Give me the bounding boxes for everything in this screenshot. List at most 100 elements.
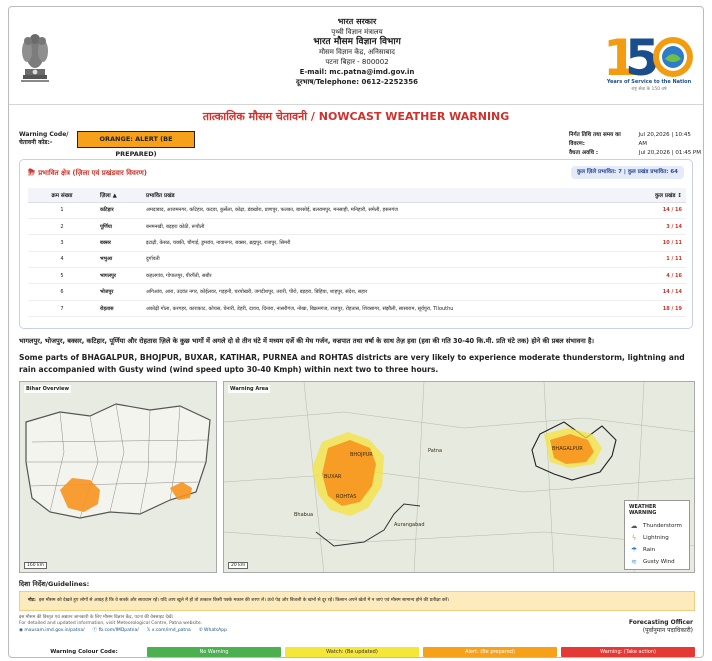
phone-line: दूरभाष/Telephone: 0612-2252356 [296,78,418,86]
email-line: E-mail: mc.patna@imd.gov.in [299,68,415,76]
issue-details: निर्गत तिथि तथा समय का विवरण: Jul 20,2026… [569,131,701,158]
legend-label: Lightning [643,535,669,541]
row-serial: 3 [28,234,96,252]
row-blocks: दुर्गावती [142,251,626,269]
x-link-text: x.com/imd_patna [151,628,191,633]
forecasting-officer: Forecasting Officer (पूर्वानुमान पदाधिका… [629,619,693,635]
map-label-patna: Patna [428,448,442,454]
row-serial: 1 [28,202,96,219]
map-label-buxar: BUXAR [324,474,342,480]
warning-bulletin: भारत सरकार पृथ्वी विज्ञान मंत्रालय भारत … [8,6,704,658]
row-total-blocks: 18 / 19 [626,300,686,318]
row-district: भभुआ [96,251,142,269]
warning-code-label-hi: चेतावनी कोड:- [19,139,53,146]
col-serial: क्रम संख्या [28,188,96,203]
row-total-blocks: 14 / 14 [626,283,686,301]
header-address: भारत सरकार पृथ्वी विज्ञान मंत्रालय भारत … [209,17,505,87]
website-link-text: mausam.imd.gov.in/patna/ [24,628,85,633]
row-district: बक्सर [96,234,142,252]
overview-map-graphic [20,382,216,572]
legend-title: WEATHER WARNING [629,504,657,516]
map-legend: WEATHER WARNING ☁ Thunderstorm ϟ Lightning… [624,500,690,570]
row-total-blocks: 10 / 11 [626,234,686,252]
header: भारत सरकार पृथ्वी विज्ञान मंत्रालय भारत … [9,7,703,105]
warning-icon: ⛈ [28,168,36,178]
warning-code-label: Warning Code/ चेतावनी कोड:- [19,131,68,147]
legend-label: Gusty Wind [643,559,675,565]
row-blocks: बनमनखी, बड़हरा कोठी, रूपौली [142,218,626,236]
govt-line: भारत सरकार [337,17,377,26]
warning-area-map-scale: 20 km [228,562,249,569]
ministry-line: पृथ्वी विज्ञान मंत्रालय [331,28,383,36]
map-label-aurangabad: Aurangabad [394,522,425,528]
officer-title-hindi: (पूर्वानुमान पदाधिकारी) [642,627,693,634]
row-serial: 4 [28,251,96,269]
legend-item-gusty-wind: ≋ Gusty Wind [629,556,685,568]
legend-item-thunderstorm: ☁ Thunderstorm [629,520,685,532]
table-header-row: क्रम संख्या ज़िला ▲ प्रभावित प्रखंड कुल … [28,188,686,203]
legend-item-lightning: ϟ Lightning [629,532,685,544]
note-label: नोट: [28,598,36,603]
table-row: 2 पूर्णिया बनमनखी, बड़हरा कोठी, रूपौली 3 / … [28,218,686,236]
officer-title: Forecasting Officer [628,619,693,626]
affected-counts-badge: कुल ज़िले प्रभावित: 7 | कुल प्रखंड प्रभा… [571,166,684,179]
colour-code-label: Warning Colour Code: [50,649,118,655]
issued-value: Jul 20,2026 | 10:45 AM [638,132,691,147]
overview-map-scale: 160 km [24,562,48,569]
affected-areas-heading-text: प्रभावित क्षेत्र (ज़िला एवं प्रखंडवार वि… [38,169,147,177]
legend-label: Thunderstorm [643,523,682,529]
warning-area-map[interactable]: BHOJPUR BUXAR ROHTAS BHAGALPUR Aurangaba… [223,381,695,573]
row-district: रोहतास [96,300,142,318]
facebook-link[interactable]: ⓕ fb.com/IMDpatna/ [93,628,139,634]
affected-areas-card: ⛈ प्रभावित क्षेत्र (ज़िला एवं प्रखंडवार व… [19,159,693,329]
row-blocks: कहलगांव, गोपालपुर, पीरपैंती, सबौर [142,267,626,285]
valid-label: वैधता अवधि : [569,150,599,156]
department-line: भारत मौसम विज्ञान विभाग [313,37,401,47]
note-text: इस मौसम को देखते हुए लोगों से आग्रह है क… [38,598,450,603]
table-row: 3 बक्सर इटाढ़ी, केसठ, चक्की, चौगाई, डुमरां… [28,234,686,252]
row-total-blocks: 14 / 16 [626,202,686,219]
row-district: भोजपुर [96,283,142,301]
map-label-rohtas: ROHTAS [336,494,356,500]
row-total-blocks: 3 / 14 [626,218,686,236]
row-blocks: इटाढ़ी, केसठ, चक्की, चौगाई, डुमरांव, नाव… [142,234,626,252]
table-row: 5 भागलपुर कहलगांव, गोपालपुर, पीरपैंती, सबौ… [28,267,686,285]
col-district[interactable]: ज़िला ▲ [96,188,142,203]
row-total-blocks: 1 / 11 [626,251,686,269]
row-serial: 7 [28,300,96,318]
guidelines-heading: दिशा निर्देश/Guidelines: [19,580,90,588]
website-link[interactable]: ◉ mausam.imd.gov.in/patna/ [19,628,85,634]
table-row: 7 रोहतास अकोढ़ी गोला, करगहर, काराकाट, कोचस… [28,300,686,318]
x-link[interactable]: 𝕏 x.com/imd_patna [147,628,191,634]
facebook-link-text: fb.com/IMDpatna/ [98,628,139,633]
affected-areas-table: क्रम संख्या ज़िला ▲ प्रभावित प्रखंड कुल … [28,188,686,318]
warning-message-hindi: भागलपुर, भोजपुर, बक्सर, कटिहार, पूर्णिया… [19,337,594,345]
centre-line: मौसम विज्ञान केंद्र, अनिसाबाद [319,48,395,56]
map-label-bhabua: Bhabua [294,512,313,518]
footer-links: ◉ mausam.imd.gov.in/patna/ ⓕ fb.com/IMDp… [19,628,439,634]
overview-map-title: Bihar Overview [24,385,72,393]
lightning-icon: ϟ [631,534,637,542]
table-row: 1 कटिहार अमदाबाद, आजमनगर, कटिहार, कदवा, कु… [28,202,686,219]
row-district: पूर्णिया [96,218,142,236]
row-blocks: अगिआंव, आरा, उदवंत नगर, कोईलवर, गड़हनी, … [142,283,626,301]
issued-label: निर्गत तिथि तथा समय का विवरण: [569,132,621,147]
bihar-overview-map[interactable]: Bihar Overview 160 km [19,381,217,573]
row-serial: 6 [28,283,96,301]
warning-area-map-title: Warning Area [228,385,271,393]
row-blocks: अकोढ़ी गोला, करगहर, काराकाट, कोचस, चेनार… [142,300,626,318]
colour-code-green: No Warning [147,647,281,657]
row-blocks: अमदाबाद, आजमनगर, कटिहार, कदवा, कुर्सेला,… [142,202,626,219]
row-district: कटिहार [96,202,142,219]
whatsapp-link[interactable]: ✆ WhatsApp [199,628,227,634]
table-row: 6 भोजपुर अगिआंव, आरा, उदवंत नगर, कोईलवर, ग… [28,283,686,301]
row-district: भागलपुर [96,267,142,285]
national-emblem-icon [21,34,49,82]
colour-code-orange: Alert: (Be prepared) [423,647,557,657]
row-total-blocks: 4 / 16 [626,267,686,285]
footer-info-english: For detailed and updated information, vi… [19,621,203,626]
warning-message-english: Some parts of BHAGALPUR, BHOJPUR, BUXAR,… [19,353,685,374]
gusty-wind-icon: ≋ [631,558,637,566]
whatsapp-link-text: WhatsApp [204,628,227,633]
col-total-blocks[interactable]: कुल प्रखंड ↕ [626,188,686,203]
